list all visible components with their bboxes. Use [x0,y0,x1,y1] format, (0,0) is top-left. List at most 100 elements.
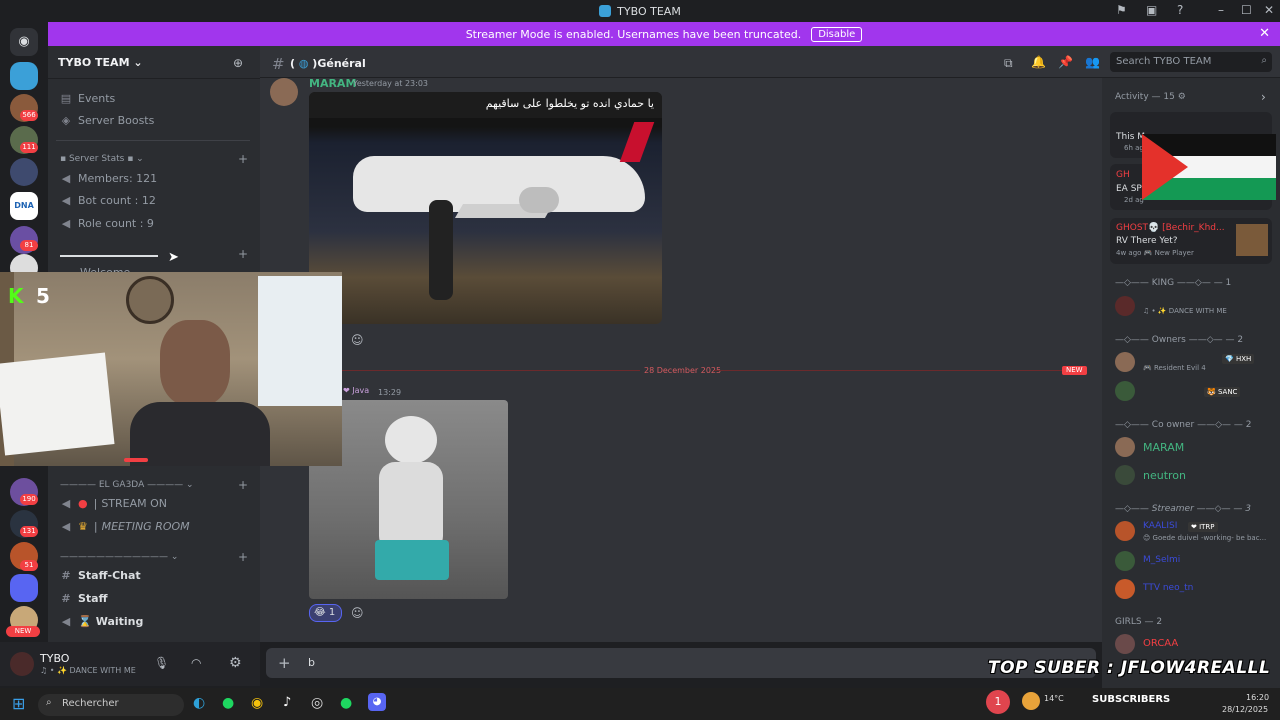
category-el-gasda[interactable]: ———— EL GA3DA ———— ⌄ [60,480,194,490]
hash-icon: # [61,569,71,582]
avatar[interactable] [1115,352,1135,372]
server-logo-icon [599,5,612,17]
search-icon: ⌕ [46,697,52,708]
pin-icon[interactable]: 📌 [1058,55,1073,69]
spotify-icon[interactable]: ● [340,695,352,711]
disable-button[interactable]: Disable [811,26,863,42]
new-badge: NEW [6,626,40,637]
message-image[interactable]: يا حمادي انده تو يخلطوا على ساقيهم [309,92,662,324]
sidebar-item-events[interactable]: ▤ Events [60,92,115,105]
member-name[interactable]: M_Selmi [1143,555,1180,565]
member-name[interactable]: ORCAA [1143,638,1178,649]
gear-icon[interactable]: ⚙ [229,655,242,671]
speaker-icon: ◀ [61,172,71,185]
reaction-laugh[interactable]: 😂 1 [309,604,342,622]
message-input[interactable]: + b [266,648,1096,678]
add-reaction-icon[interactable]: ☺ [351,333,364,347]
member-name[interactable]: neutron [1143,469,1186,482]
avatar[interactable] [10,652,34,676]
spotify-icon[interactable]: ● [222,695,234,711]
avatar[interactable] [1115,296,1135,316]
member-name[interactable]: MARAM [1143,441,1184,454]
member-status: ♫ • ✨ DANCE WITH ME [1143,307,1227,315]
calendar-icon: ▤ [60,92,72,105]
add-reaction-icon[interactable]: ☺ [351,606,364,620]
kick-logo-icon: K [8,284,24,308]
threads-icon[interactable]: ⧉ [1004,56,1013,71]
chrome-icon[interactable]: ◉ [251,695,263,711]
avatar[interactable] [1115,437,1135,457]
chevron-right-icon[interactable]: › [1261,90,1266,104]
activity-header[interactable]: Activity — 15 ⚙ [1115,92,1186,102]
add-attachment-icon[interactable]: + [278,654,291,672]
chevron-down-icon: ⌄ [133,56,143,69]
server-name-header[interactable]: TYBO TEAM ⌄ [58,56,143,69]
category-server-stats[interactable]: ▪ Server Stats ▪ ⌄ [60,154,144,164]
role-tag: ❤ Java [343,386,370,395]
help-icon[interactable]: ? [1177,3,1183,17]
screen-icon[interactable]: ▣ [1146,3,1157,17]
tiktok-icon[interactable]: ♪ [283,695,291,710]
discord-home-icon[interactable]: ◉ [10,28,38,56]
avatar[interactable] [1115,521,1135,541]
member-list-icon[interactable]: 👥 [1085,55,1100,69]
avatar[interactable] [1115,579,1135,599]
invite-people-icon[interactable]: ⊕ [233,56,243,70]
message-author[interactable]: MARAM [309,77,356,90]
subscribers-label: SUBSCRIBERS [1092,694,1171,705]
date-divider-label: 28 December 2025 [644,366,722,375]
search-input[interactable]: Search TYBO TEAM ⌕ [1110,52,1272,72]
avatar[interactable] [1115,634,1135,654]
member-name[interactable]: KAALISI [1143,521,1177,531]
avatar[interactable] [1115,381,1135,401]
category-staff[interactable]: ———————————— ⌄ [60,552,178,562]
notification-badge[interactable]: 1 [986,690,1010,714]
channel-stream-on[interactable]: ◀ ● | STREAM ON [60,497,167,510]
member-tag: ❤ ITRP [1188,522,1218,532]
image-caption: يا حمادي انده تو يخلطوا على ساقيهم [485,97,654,110]
add-channel-icon[interactable]: + [238,478,248,492]
headphones-icon[interactable]: ◠ [191,656,201,670]
server-icon-4[interactable] [10,158,38,186]
member-name[interactable]: TTV neo_tn [1143,583,1193,593]
server-icon-tybo[interactable] [10,62,38,90]
taskbar-search[interactable]: ⌕ Rechercher [38,694,184,716]
channel-staff[interactable]: # Staff [60,592,107,605]
sidebar-item-boosts[interactable]: ◈ Server Boosts [60,114,155,127]
channel-meeting-room[interactable]: ◀ ♛ | MEETING ROOM [60,520,190,533]
add-channel-icon[interactable]: + [238,152,248,166]
channel-bot-count[interactable]: ◀ Bot count : 12 [60,194,156,207]
server-icon-dna[interactable]: DNA [10,192,38,220]
avatar[interactable] [270,78,298,106]
edge-icon[interactable]: ◐ [193,695,205,711]
add-channel-icon[interactable]: + [238,247,248,261]
avatar[interactable] [1115,465,1135,485]
activity-title: This M [1116,132,1146,142]
person-body [130,402,270,466]
banner-close-icon[interactable]: ✕ [1259,26,1270,41]
obs-icon[interactable]: ◎ [311,695,323,711]
channel-role-count[interactable]: ◀ Role count : 9 [60,217,154,230]
inbox-icon[interactable]: ⚑ [1116,3,1127,17]
divider [56,140,250,141]
windows-start-icon[interactable]: ⊞ [12,694,25,713]
avatar[interactable] [1115,551,1135,571]
activity-time: 2d ag [1124,196,1144,204]
close-window-icon[interactable]: ✕ [1264,3,1274,17]
tail-fin [619,122,655,162]
bell-icon[interactable]: 🔔 [1031,55,1046,69]
activity-card[interactable]: GHOST💀 [Bechir_Khd... RV There Yet? 4w a… [1110,218,1272,264]
minimize-icon[interactable]: – [1218,3,1224,17]
channel-members-stat[interactable]: ◀ Members: 121 [60,172,157,185]
channel-waiting[interactable]: ◀ ⌛ Waiting [60,615,144,628]
maximize-icon[interactable]: ☐ [1241,3,1252,17]
add-channel-icon[interactable]: + [238,550,248,564]
webcam-overlay [0,272,342,466]
server-icon-11[interactable] [10,574,38,602]
character-body [379,462,443,552]
channel-staff-chat[interactable]: # Staff-Chat [60,569,140,582]
member-group-king: —◇—— KING ——◇— — 1 [1115,278,1232,288]
discord-taskbar-icon[interactable]: ◕ [368,693,386,711]
unread-badge: 111 [20,142,38,153]
microphone-icon[interactable]: 🎙 [154,656,169,670]
